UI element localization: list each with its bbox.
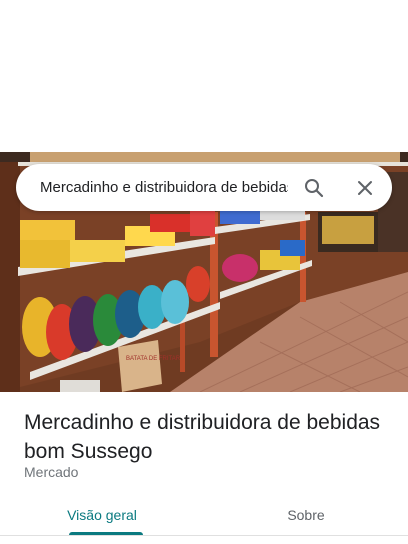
- place-category: Mercado: [24, 464, 79, 480]
- search-button[interactable]: [301, 175, 327, 201]
- tab-about[interactable]: Sobre: [204, 494, 408, 536]
- close-button[interactable]: [352, 175, 378, 201]
- tabs-divider: [0, 535, 408, 536]
- tab-overview[interactable]: Visão geral: [0, 494, 204, 536]
- search-icon: [305, 179, 324, 198]
- place-title: Mercadinho e distribuidora de bebidas bo…: [24, 411, 381, 463]
- search-input[interactable]: [40, 179, 288, 196]
- search-bar: [16, 164, 392, 211]
- close-icon: [358, 181, 372, 195]
- place-tabs: Visão geral Sobre: [0, 494, 408, 536]
- box-sign-text: BATATA DE FRITAR: [126, 356, 181, 362]
